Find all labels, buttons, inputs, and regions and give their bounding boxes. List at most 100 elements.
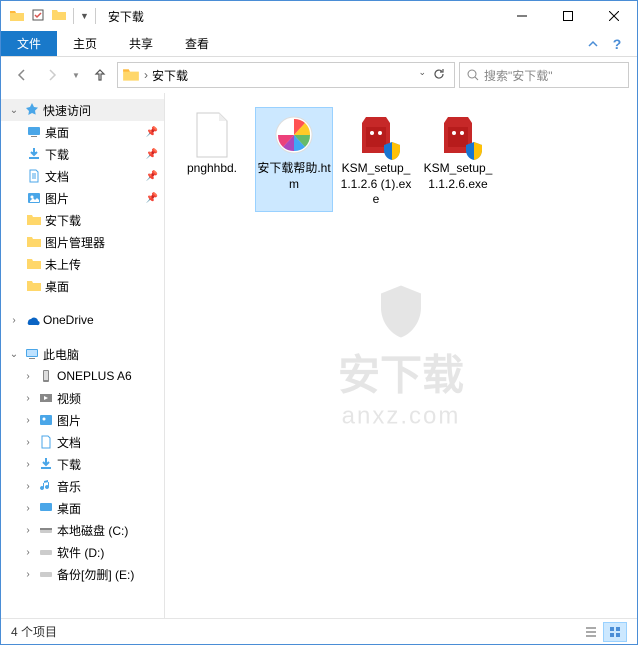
- qat-dropdown-icon[interactable]: ▼: [80, 11, 89, 21]
- folder-icon: [122, 66, 140, 84]
- chevron-right-icon[interactable]: ›: [21, 479, 35, 493]
- folder-icon: [9, 8, 25, 24]
- sidebar-item-downloads[interactable]: 下载 📌: [1, 143, 164, 165]
- chevron-right-icon[interactable]: ›: [21, 501, 35, 515]
- files-grid: pnghhbd. 安下载帮助.htm KSM_setup_1.1.2.6 (1)…: [173, 107, 629, 212]
- qat-props-icon[interactable]: [31, 8, 45, 25]
- sidebar-item-pictures2[interactable]: › 图片: [1, 409, 164, 431]
- tab-home[interactable]: 主页: [57, 31, 113, 56]
- up-button[interactable]: [87, 62, 113, 88]
- sidebar-item-desktop3[interactable]: › 桌面: [1, 497, 164, 519]
- drive-icon: [37, 521, 55, 539]
- close-button[interactable]: [591, 1, 637, 31]
- sidebar-item-thispc[interactable]: ⌄ 此电脑: [1, 343, 164, 365]
- breadcrumb-folder[interactable]: 安下载: [152, 67, 188, 84]
- pictures-icon: [37, 411, 55, 429]
- exe-file-icon: [434, 111, 482, 159]
- minimize-button[interactable]: [499, 1, 545, 31]
- tab-view[interactable]: 查看: [169, 31, 225, 56]
- search-placeholder: 搜索"安下载": [484, 67, 553, 84]
- sidebar-item-documents2[interactable]: › 文档: [1, 431, 164, 453]
- sidebar-item-unuploaded[interactable]: 未上传: [1, 253, 164, 275]
- refresh-icon[interactable]: [432, 67, 446, 84]
- content-area[interactable]: 安下载 anxz.com pnghhbd. 安下载帮助.htm K: [165, 93, 637, 618]
- breadcrumb[interactable]: › 安下载 ⌄: [117, 62, 455, 88]
- search-input[interactable]: 搜索"安下载": [459, 62, 629, 88]
- tab-share[interactable]: 共享: [113, 31, 169, 56]
- chevron-right-icon[interactable]: ›: [7, 313, 21, 327]
- tab-file[interactable]: 文件: [1, 31, 57, 56]
- file-item[interactable]: KSM_setup_1.1.2.6.exe: [419, 107, 497, 212]
- search-icon: [466, 68, 480, 82]
- navbar: ▼ › 安下载 ⌄ 搜索"安下载": [1, 57, 637, 93]
- shield-badge-icon: [464, 141, 484, 161]
- explorer-window: ▼ 安下载 文件 主页 共享 查看 ? ▼ › 安下载: [0, 0, 638, 645]
- maximize-button[interactable]: [545, 1, 591, 31]
- desktop-icon: [25, 123, 43, 141]
- blank-file-icon: [188, 111, 236, 159]
- sidebar-item-videos[interactable]: › 视频: [1, 387, 164, 409]
- sidebar-item-desktop2[interactable]: 桌面: [1, 275, 164, 297]
- sidebar-item-localdisk[interactable]: › 本地磁盘 (C:): [1, 519, 164, 541]
- chevron-down-icon[interactable]: ⌄: [7, 347, 21, 361]
- sidebar-item-quick-access[interactable]: ⌄ 快速访问: [1, 99, 164, 121]
- file-item[interactable]: KSM_setup_1.1.2.6 (1).exe: [337, 107, 415, 212]
- onedrive-icon: [23, 311, 41, 329]
- folder-icon: [25, 233, 43, 251]
- document-icon: [37, 433, 55, 451]
- sidebar-item-picmgr[interactable]: 图片管理器: [1, 231, 164, 253]
- sidebar-item-onedrive[interactable]: › OneDrive: [1, 309, 164, 331]
- drive-icon: [37, 543, 55, 561]
- phone-icon: [37, 367, 55, 385]
- chevron-right-icon[interactable]: ›: [21, 369, 35, 383]
- titlebar: ▼ 安下载: [1, 1, 637, 31]
- download-icon: [37, 455, 55, 473]
- chevron-right-icon[interactable]: ›: [21, 435, 35, 449]
- chevron-down-icon[interactable]: ⌄: [7, 103, 21, 117]
- pin-icon: 📌: [146, 171, 158, 182]
- file-item[interactable]: pnghhbd.: [173, 107, 251, 212]
- ribbon-expand-icon[interactable]: [581, 38, 605, 50]
- document-icon: [25, 167, 43, 185]
- chevron-right-icon[interactable]: ›: [21, 391, 35, 405]
- exe-file-icon: [352, 111, 400, 159]
- htm-file-icon: [270, 111, 318, 159]
- chevron-right-icon[interactable]: ›: [21, 567, 35, 581]
- help-icon[interactable]: ?: [605, 36, 629, 52]
- sidebar-item-oneplus[interactable]: › ONEPLUS A6: [1, 365, 164, 387]
- pin-icon: 📌: [146, 149, 158, 160]
- sidebar-item-documents[interactable]: 文档 📌: [1, 165, 164, 187]
- history-dropdown-icon[interactable]: ▼: [69, 62, 83, 88]
- details-view-button[interactable]: [579, 622, 603, 642]
- back-button[interactable]: [9, 62, 35, 88]
- chevron-right-icon[interactable]: ›: [21, 523, 35, 537]
- shield-icon: [371, 281, 431, 341]
- sidebar: ⌄ 快速访问 桌面 📌 下载 📌 文档 📌 图片: [1, 93, 165, 618]
- sidebar-item-software[interactable]: › 软件 (D:): [1, 541, 164, 563]
- pin-icon: 📌: [146, 193, 158, 204]
- music-icon: [37, 477, 55, 495]
- shield-badge-icon: [382, 141, 402, 161]
- sidebar-item-backup[interactable]: › 备份[勿删] (E:): [1, 563, 164, 585]
- sidebar-item-music[interactable]: › 音乐: [1, 475, 164, 497]
- sidebar-item-pictures[interactable]: 图片 📌: [1, 187, 164, 209]
- statusbar: 4 个项目: [1, 618, 637, 644]
- icons-view-button[interactable]: [603, 622, 627, 642]
- chevron-right-icon[interactable]: ›: [21, 545, 35, 559]
- file-item[interactable]: 安下载帮助.htm: [255, 107, 333, 212]
- chevron-right-icon[interactable]: ›: [144, 68, 148, 82]
- qat-newfolder-icon[interactable]: [51, 7, 67, 26]
- sidebar-item-anxiazai[interactable]: 安下载: [1, 209, 164, 231]
- chevron-right-icon[interactable]: ›: [21, 413, 35, 427]
- folder-icon: [25, 255, 43, 273]
- sidebar-item-downloads2[interactable]: › 下载: [1, 453, 164, 475]
- breadcrumb-dropdown-icon[interactable]: ⌄: [418, 67, 426, 84]
- chevron-right-icon[interactable]: ›: [21, 457, 35, 471]
- pin-icon: 📌: [146, 127, 158, 138]
- sidebar-item-desktop[interactable]: 桌面 📌: [1, 121, 164, 143]
- window-title: 安下载: [108, 8, 144, 25]
- download-icon: [25, 145, 43, 163]
- video-icon: [37, 389, 55, 407]
- folder-icon: [25, 277, 43, 295]
- forward-button[interactable]: [39, 62, 65, 88]
